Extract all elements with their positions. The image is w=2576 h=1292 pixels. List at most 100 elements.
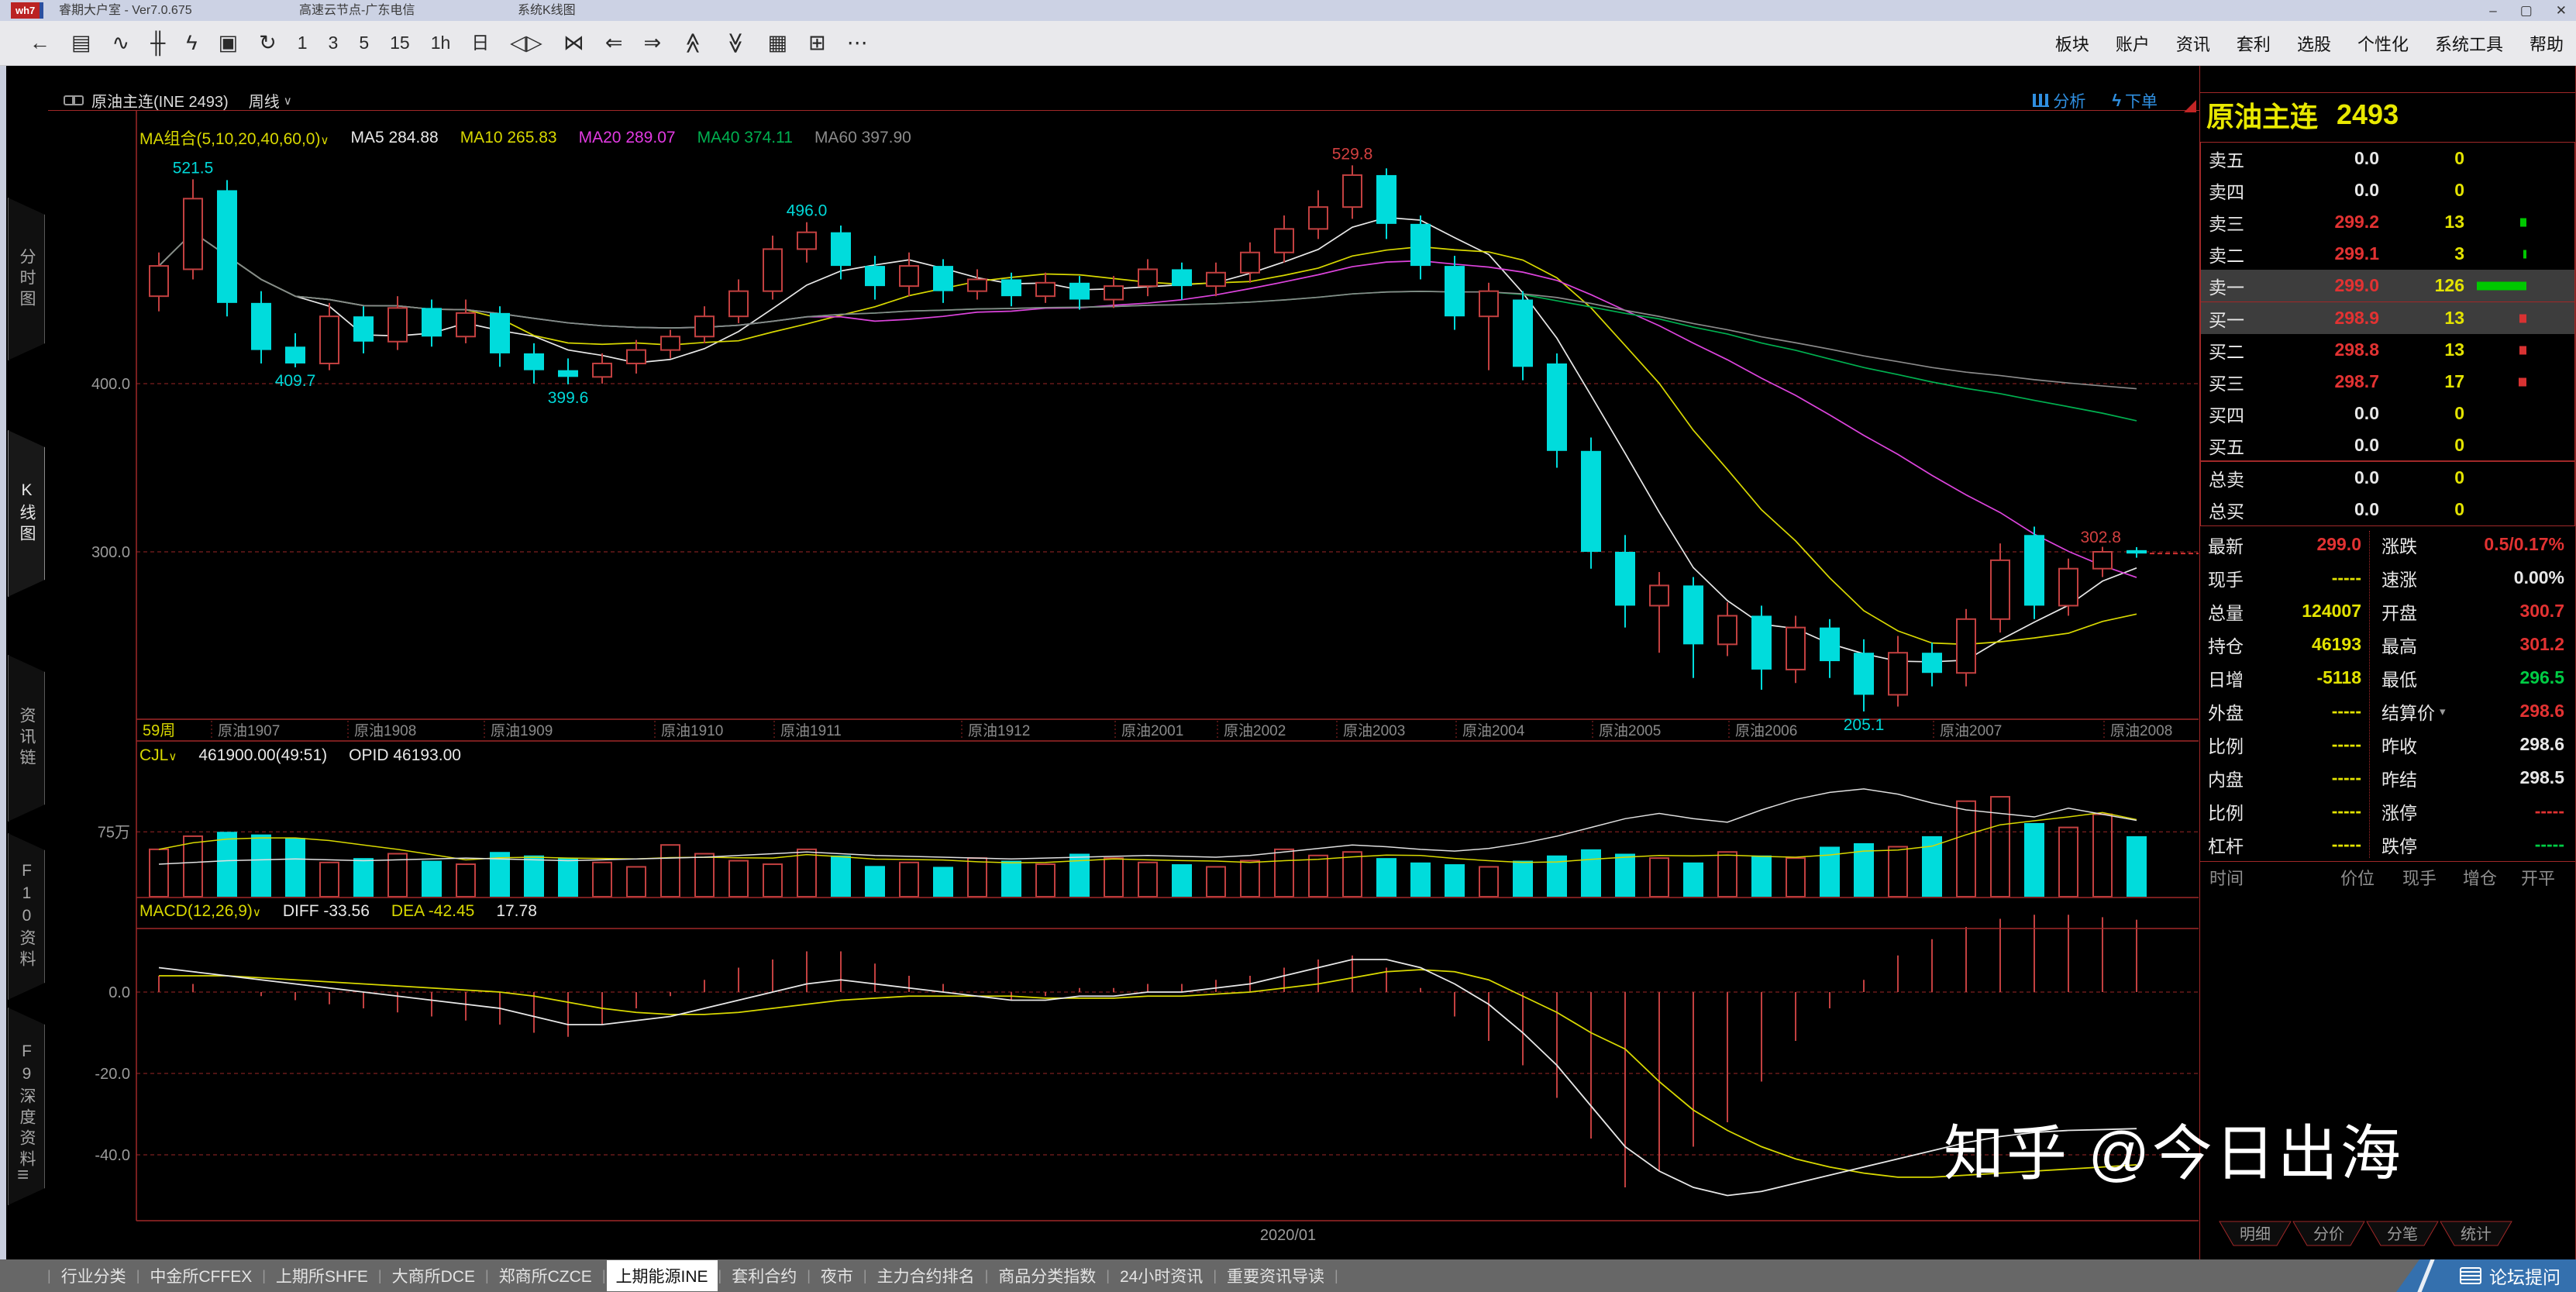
- caret-down-icon: ∨: [253, 906, 261, 919]
- exchange-tab-10[interactable]: 商品分类指数: [989, 1260, 1105, 1291]
- exchange-tab-9[interactable]: 主力合约排名: [868, 1260, 984, 1291]
- book-row[interactable]: 买五0.00: [2201, 429, 2574, 461]
- svg-text:分价: 分价: [2313, 1225, 2344, 1243]
- more-button[interactable]: ⋯: [847, 33, 868, 53]
- book-row-bar-area: [2464, 398, 2574, 429]
- book-row-bar-area: [2464, 143, 2574, 174]
- kline-chart[interactable]: 400.0300.075万0.0-20.0-40.059周原油1907原油190…: [48, 111, 2199, 1241]
- info-label: 比例: [2200, 798, 2276, 825]
- sidebar-tab-3[interactable]: 资讯链: [8, 655, 45, 822]
- macd-indicator-bar[interactable]: MACD(12,26,9)∨ DIFF -33.56 DEA -42.45 17…: [139, 901, 537, 922]
- period-15min-button[interactable]: 15: [390, 34, 410, 52]
- line-chart-icon: ∿: [112, 31, 130, 54]
- compress-button[interactable]: ◁▷: [510, 33, 542, 53]
- book-row[interactable]: 卖一299.0126: [2201, 270, 2574, 302]
- tab-separator: |: [136, 1268, 140, 1284]
- quote-info-row: 内盘-----昨结298.5: [2200, 761, 2575, 794]
- info-label[interactable]: 结算价▾: [2361, 698, 2473, 725]
- sidebar-tab-4[interactable]: F10资料: [8, 833, 45, 1000]
- menu-item-5[interactable]: 选股: [2297, 31, 2331, 56]
- info-value: -----: [2276, 734, 2361, 755]
- order-button[interactable]: ϟ 下单: [2112, 89, 2158, 112]
- quote-tab-3[interactable]: 分笔: [2367, 1221, 2438, 1245]
- back-button[interactable]: ←: [29, 33, 50, 53]
- ma-indicator-bar[interactable]: MA组合(5,10,20,40,60,0)∨ MA5 284.88 MA10 2…: [139, 128, 911, 148]
- quote-info-grid: 最新299.0涨跌0.5/0.17%现手-----速涨0.00%总量124007…: [2200, 528, 2575, 861]
- kline-button[interactable]: ╫: [150, 33, 165, 53]
- tab-separator: |: [378, 1268, 382, 1284]
- maximize-button[interactable]: ▢: [2520, 0, 2533, 21]
- volume-indicator-bar[interactable]: CJL∨ 461900.00(49:51) OPID 46193.00: [139, 746, 461, 766]
- period-3min-button[interactable]: 3: [329, 34, 339, 52]
- book-row[interactable]: 卖四0.00: [2201, 174, 2574, 206]
- book-row[interactable]: 卖二299.13: [2201, 238, 2574, 270]
- hamburger-menu-icon[interactable]: ≡: [17, 1163, 29, 1187]
- line-chart-button[interactable]: ∿: [112, 33, 130, 53]
- macd-indicator-label[interactable]: MACD(12,26,9): [139, 902, 253, 920]
- exchange-tab-8[interactable]: 夜市: [811, 1260, 863, 1291]
- exchange-tab-7[interactable]: 套利合约: [722, 1260, 806, 1291]
- period-selector[interactable]: 周线 ∨: [249, 89, 292, 112]
- menu-item-8[interactable]: 帮助: [2530, 31, 2564, 56]
- exchange-tab-3[interactable]: 上期所SHFE: [267, 1260, 377, 1291]
- exchange-tab-11[interactable]: 24小时资讯: [1111, 1260, 1212, 1291]
- book-row[interactable]: 买四0.00: [2201, 398, 2574, 429]
- menu-item-2[interactable]: 账户: [2116, 31, 2150, 56]
- sidebar-tab-1[interactable]: 分时图: [8, 198, 45, 360]
- page-right-button[interactable]: ⇒: [643, 33, 661, 53]
- save-button[interactable]: ▣: [219, 33, 239, 53]
- menu-item-6[interactable]: 个性化: [2357, 31, 2409, 56]
- order-book: 卖五0.00卖四0.00卖三299.213卖二299.13卖一299.0126买…: [2200, 142, 2575, 461]
- book-row[interactable]: 买二298.813: [2201, 334, 2574, 366]
- exchange-tab-12[interactable]: 重要资讯导读: [1217, 1260, 1334, 1291]
- volume-indicator-label[interactable]: CJL: [139, 746, 168, 764]
- quote-tab-4[interactable]: 统计: [2440, 1221, 2512, 1245]
- minimize-button[interactable]: –: [2489, 0, 2496, 21]
- info-value: 301.2: [2473, 634, 2575, 655]
- board-button[interactable]: ▤: [71, 33, 91, 53]
- book-row-price: 299.0: [2278, 275, 2379, 296]
- exchange-tab-4[interactable]: 大商所DCE: [383, 1260, 484, 1291]
- scroll-down-button[interactable]: ≫: [725, 33, 746, 53]
- info-label: 涨停: [2361, 798, 2473, 825]
- period-1min-button[interactable]: 1: [298, 34, 308, 52]
- book-row[interactable]: 卖三299.213: [2201, 206, 2574, 238]
- analysis-button[interactable]: 分析: [2033, 89, 2085, 112]
- quote-tab-1[interactable]: 明细: [2220, 1221, 2291, 1245]
- book-row[interactable]: 卖五0.00: [2201, 143, 2574, 174]
- menu-item-3[interactable]: 资讯: [2176, 31, 2210, 56]
- ma-group-label[interactable]: MA组合(5,10,20,40,60,0): [139, 130, 320, 148]
- window-cascade-button[interactable]: ⊞: [808, 33, 826, 53]
- book-row[interactable]: 买一298.913: [2201, 302, 2574, 334]
- info-value: -----: [2276, 767, 2361, 788]
- period-day-button[interactable]: 日: [471, 34, 489, 52]
- menu-item-1[interactable]: 板块: [2055, 31, 2089, 56]
- close-button[interactable]: ✕: [2556, 0, 2567, 21]
- exchange-tab-2[interactable]: 中金所CFFEX: [140, 1260, 261, 1291]
- menu-item-4[interactable]: 套利: [2237, 31, 2271, 56]
- page-left-button[interactable]: ⇐: [605, 33, 623, 53]
- expand-button[interactable]: ⋈: [563, 33, 584, 53]
- period-5min-button[interactable]: 5: [359, 34, 369, 52]
- window-split-button[interactable]: ▦: [768, 33, 788, 53]
- period-1hour-button[interactable]: 1h: [431, 34, 451, 52]
- quote-symbol[interactable]: 原油主连 2493: [2200, 92, 2575, 136]
- exchange-tab-1[interactable]: 行业分类: [52, 1260, 136, 1291]
- quote-tab-2[interactable]: 分价: [2293, 1221, 2364, 1245]
- book-row-label: 卖四: [2201, 177, 2278, 204]
- menu-item-7[interactable]: 系统工具: [2435, 31, 2503, 56]
- totals-bar-area: [2464, 462, 2574, 494]
- info-label: 昨结: [2361, 765, 2473, 791]
- link-icon[interactable]: [64, 95, 84, 105]
- flash-order-button[interactable]: ϟ: [186, 33, 197, 53]
- scroll-up-button[interactable]: ≫: [682, 33, 704, 53]
- forum-button[interactable]: 论坛提问: [2396, 1259, 2576, 1292]
- totals-label: 总买: [2201, 497, 2278, 523]
- exchange-tab-5[interactable]: 郑商所CZCE: [490, 1260, 601, 1291]
- refresh-button[interactable]: ↻: [259, 33, 277, 53]
- book-row[interactable]: 买三298.717: [2201, 366, 2574, 398]
- expand-icon: ⋈: [563, 31, 584, 54]
- exchange-tab-6[interactable]: 上期能源INE: [607, 1260, 718, 1291]
- sidebar-tab-2[interactable]: K线图: [8, 430, 45, 597]
- symbol-title: 原油主连(INE 2493): [91, 89, 229, 112]
